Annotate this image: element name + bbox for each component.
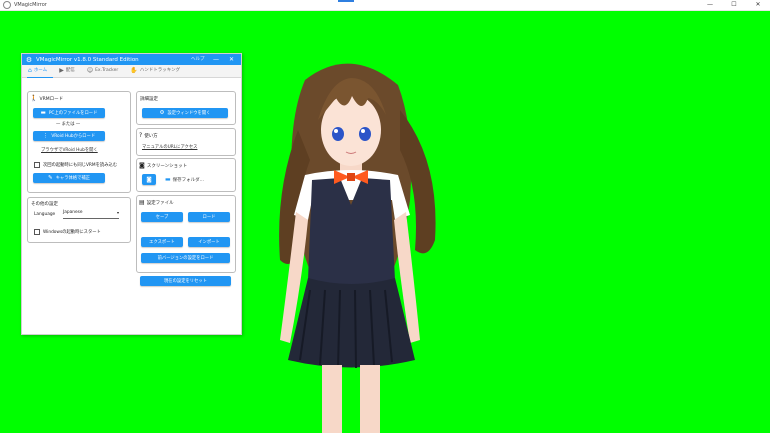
- load-vroid-hub-label: VRoid Hubからロード: [51, 134, 96, 139]
- window-controls: — ☐ ✕: [698, 0, 770, 10]
- screenshot-folder-label: 保存フォルダ...: [172, 177, 204, 183]
- settings-file-title-text: 設定ファイル: [146, 200, 174, 206]
- save-button[interactable]: セーブ: [141, 212, 183, 222]
- or-separator: — または —: [56, 122, 81, 127]
- home-icon: ⌂: [28, 67, 32, 74]
- tab-streaming-label: 配信: [65, 68, 75, 73]
- window-title: VMagicMirror: [14, 2, 47, 8]
- video-icon: ▶: [59, 67, 64, 74]
- other-settings-title: その他の設定: [31, 201, 58, 207]
- detail-settings-title-text: 詳細設定: [140, 97, 158, 102]
- tab-hand-tracking[interactable]: ✋ ハンドトラッキング: [124, 65, 186, 77]
- more-vert-icon: ⋮: [42, 133, 49, 139]
- active-tab-indicator: [27, 77, 53, 78]
- control-panel: ⚙ VMagicMirror v1.8.0 Standard Edition ヘ…: [21, 53, 242, 335]
- app-icon: [3, 1, 11, 9]
- auto-load-label: 次回の起動時にも同じVRMを読み込む: [43, 163, 118, 168]
- gear-icon: ⚙: [159, 110, 165, 116]
- close-button[interactable]: ✕: [746, 0, 770, 10]
- manual-url-link[interactable]: マニュアルのURLにアクセス: [142, 144, 197, 150]
- camera-button-icon: ◙: [146, 176, 152, 183]
- folder-icon: ▬: [165, 176, 171, 183]
- panel-title: VMagicMirror v1.8.0 Standard Edition: [36, 56, 139, 63]
- gear-logo-icon: ⚙: [25, 55, 33, 64]
- screenshot-title-text: スクリーンショット: [146, 163, 188, 169]
- load-previous-version-button[interactable]: 前バージョンの設定をロード: [141, 253, 230, 263]
- tab-streaming[interactable]: ▶ 配信: [53, 65, 81, 77]
- take-screenshot-button[interactable]: ◙: [142, 174, 156, 185]
- tab-bar: ⌂ ホーム ▶ 配信 ☺ Ex.Tracker ✋ ハンドトラッキング: [22, 65, 241, 78]
- tab-home[interactable]: ⌂ ホーム: [22, 65, 53, 77]
- hand-icon: ✋: [130, 67, 138, 74]
- language-label: Language: [34, 212, 56, 217]
- settings-file-title: ▤ 設定ファイル: [139, 199, 174, 206]
- person-icon: 🚶: [30, 95, 38, 102]
- calibrate-body-button[interactable]: ✎ キャラ体格で補正: [33, 173, 105, 183]
- maximize-button[interactable]: ☐: [722, 0, 746, 10]
- face-icon: ☺: [86, 67, 94, 74]
- load-vroid-hub-button[interactable]: ⋮ VRoid Hubからロード: [33, 131, 105, 141]
- load-pc-file-label: PC上のファイルをロード: [48, 111, 98, 116]
- tab-ex-tracker[interactable]: ☺ Ex.Tracker: [81, 65, 124, 77]
- other-settings-title-text: その他の設定: [31, 202, 58, 207]
- camera-icon: ◙: [139, 162, 145, 169]
- usage-title-text: 使い方: [144, 133, 158, 139]
- panel-header: ⚙ VMagicMirror v1.8.0 Standard Edition ヘ…: [22, 54, 241, 65]
- tab-hand-tracking-label: ハンドトラッキング: [139, 68, 181, 73]
- help-button[interactable]: ヘルプ: [191, 54, 205, 65]
- vrm-load-title: 🚶 VRMロード: [30, 95, 63, 102]
- language-select[interactable]: Japanese ▾: [63, 210, 119, 219]
- export-button[interactable]: エクスポート: [141, 237, 183, 247]
- auto-load-checkbox[interactable]: [34, 162, 40, 168]
- minimize-button[interactable]: —: [698, 0, 722, 10]
- load-pc-file-button[interactable]: ▬ PC上のファイルをロード: [33, 108, 105, 118]
- open-settings-window-button[interactable]: ⚙ 設定ウィンドウを開く: [142, 108, 228, 118]
- chevron-down-icon: ▾: [116, 210, 119, 215]
- open-settings-window-label: 設定ウィンドウを開く: [167, 111, 211, 116]
- reset-settings-button[interactable]: 現在の設定をリセット: [140, 276, 231, 286]
- language-select-value: Japanese: [63, 210, 83, 215]
- tab-home-label: ホーム: [33, 68, 48, 73]
- panel-close-button[interactable]: ✕: [229, 54, 234, 65]
- screenshot-title: ◙ スクリーンショット: [139, 162, 187, 169]
- calibrate-body-label: キャラ体格で補正: [55, 176, 90, 181]
- import-button[interactable]: インポート: [188, 237, 230, 247]
- file-icon: ▤: [139, 199, 145, 206]
- tab-ex-tracker-label: Ex.Tracker: [95, 68, 119, 73]
- help-circle-icon: ?: [139, 132, 143, 139]
- detail-settings-title: 詳細設定: [140, 96, 158, 102]
- load-button[interactable]: ロード: [188, 212, 230, 222]
- wand-icon: ✎: [48, 175, 53, 181]
- screenshot-folder-link[interactable]: ▬ 保存フォルダ...: [165, 176, 204, 183]
- panel-minimize-button[interactable]: —: [213, 54, 219, 65]
- usage-title: ? 使い方: [139, 132, 158, 139]
- open-vroid-hub-link[interactable]: ブラウザでVRoid Hubを開く: [41, 147, 98, 153]
- vrm-load-title-text: VRMロード: [39, 96, 64, 102]
- window-titlebar: VMagicMirror — ☐ ✕: [0, 0, 770, 11]
- startup-label: Windowsの起動時にスタート: [43, 230, 101, 235]
- titlebar-accent: [338, 0, 354, 2]
- avatar-character: [279, 63, 436, 433]
- folder-icon: ▬: [40, 110, 46, 116]
- startup-checkbox[interactable]: [34, 229, 40, 235]
